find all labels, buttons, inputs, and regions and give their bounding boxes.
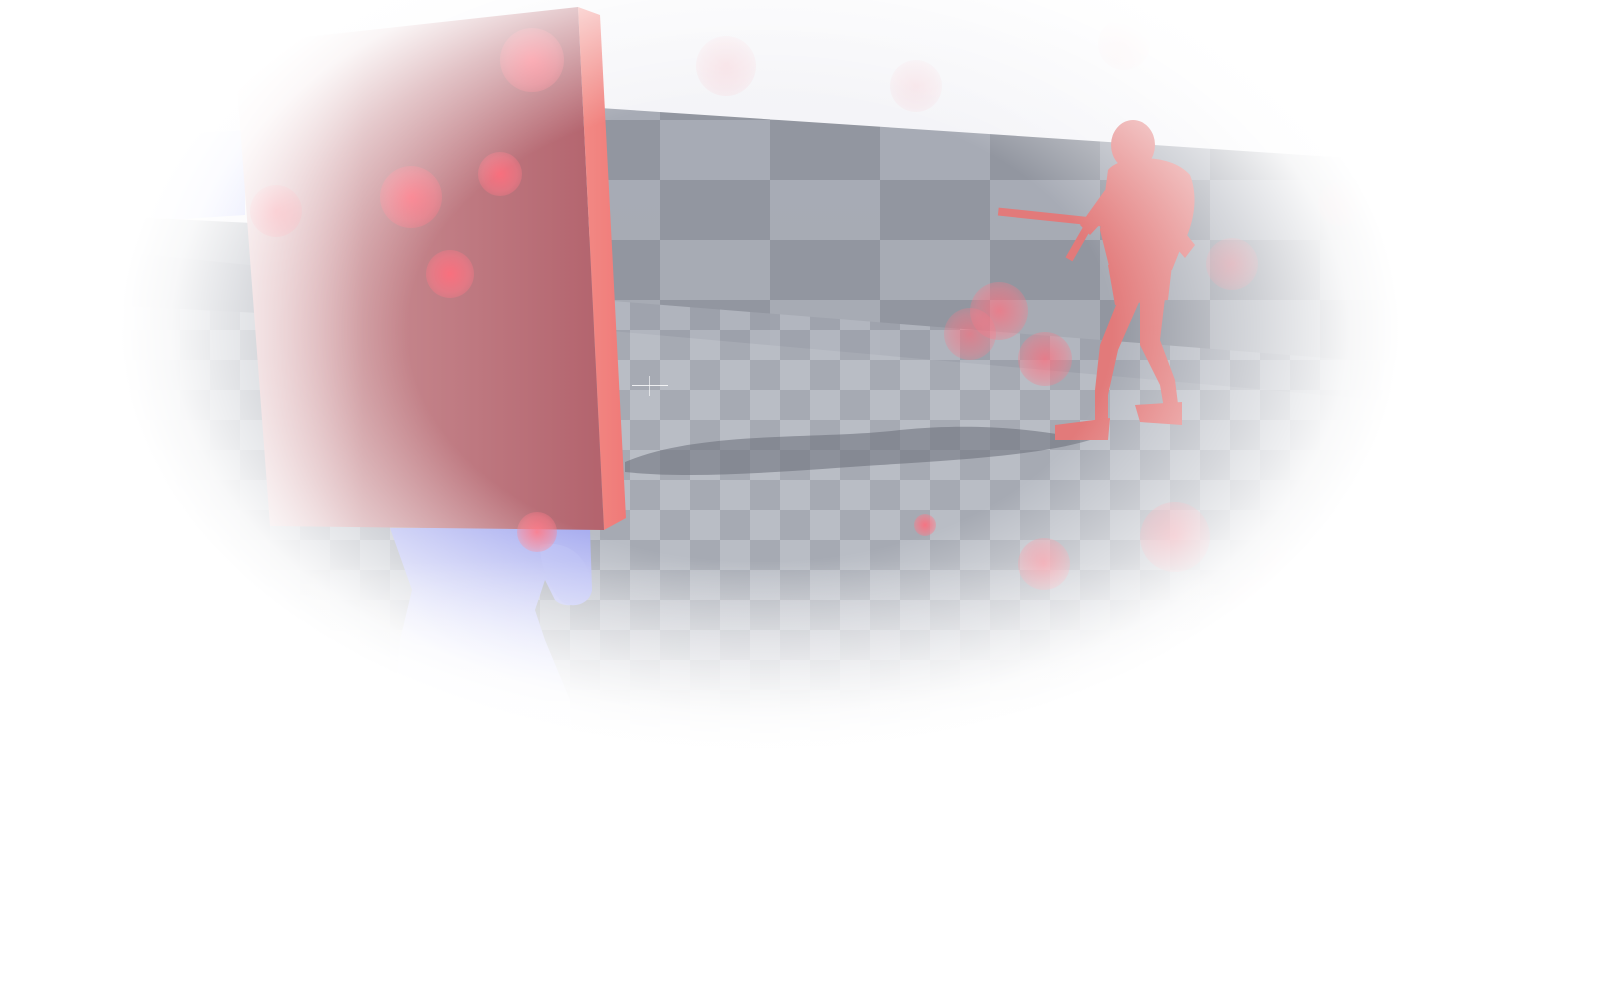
game-scene (0, 0, 1602, 995)
cover-block-face (234, 7, 604, 530)
enemy-foot-right (1135, 402, 1182, 425)
cover-block[interactable] (234, 7, 626, 530)
blue-wall (90, 130, 245, 225)
game-viewport[interactable] (0, 0, 1602, 995)
